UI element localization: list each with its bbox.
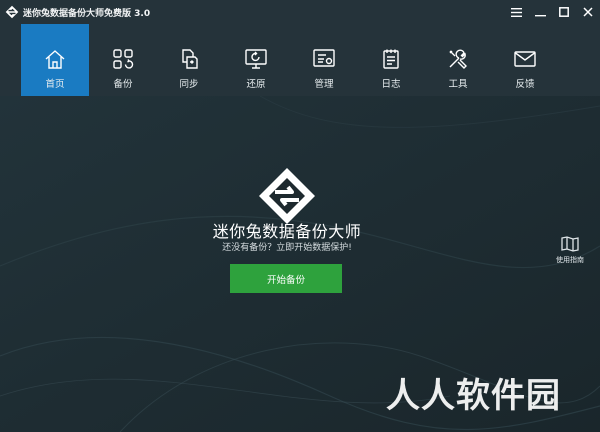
tab-home-label: 首页	[45, 79, 65, 90]
main-panel: 迷你兔数据备份大师 还没有备份？立即开始数据保护! 开始备份 使用指南 人人软件…	[0, 96, 600, 432]
log-icon	[378, 46, 404, 72]
app-subtitle: 还没有备份？立即开始数据保护!	[222, 243, 352, 253]
backup-grid-icon	[110, 46, 136, 72]
window-controls	[504, 0, 600, 24]
tools-icon	[445, 46, 471, 72]
app-name-heading: 迷你兔数据备份大师	[212, 222, 362, 241]
tab-manage[interactable]: 管理	[290, 24, 358, 96]
tab-feedback[interactable]: 反馈	[491, 24, 559, 96]
tab-restore[interactable]: 还原	[222, 24, 290, 96]
tab-restore-label: 还原	[246, 79, 266, 90]
tab-log[interactable]: 日志	[357, 24, 425, 96]
tab-manage-label: 管理	[314, 79, 334, 90]
book-icon	[561, 236, 579, 252]
tab-home[interactable]: 首页	[21, 24, 89, 96]
tab-backup-label: 备份	[113, 79, 133, 90]
watermark-text: 人人软件园	[386, 376, 561, 416]
app-logo-icon	[5, 5, 19, 19]
tab-feedback-label: 反馈	[515, 79, 535, 90]
title-bar: 迷你兔数据备份大师免费版 3.0	[0, 0, 600, 24]
maximize-icon[interactable]	[552, 0, 576, 24]
close-icon[interactable]	[576, 0, 600, 24]
main-toolbar: 首页 备份 同步 还原 管理 日志 工具 反馈	[0, 24, 600, 96]
user-guide-label: 使用指南	[556, 256, 584, 264]
tab-log-label: 日志	[381, 79, 401, 90]
tab-tools[interactable]: 工具	[424, 24, 492, 96]
start-backup-button[interactable]: 开始备份	[230, 264, 342, 293]
restore-icon	[243, 46, 269, 72]
minimize-icon[interactable]	[528, 0, 552, 24]
tab-tools-label: 工具	[448, 79, 468, 90]
app-logo-large-icon	[259, 168, 315, 224]
user-guide-link[interactable]: 使用指南	[552, 236, 588, 265]
sync-icon	[176, 46, 202, 72]
tab-sync[interactable]: 同步	[155, 24, 223, 96]
home-icon	[42, 46, 68, 72]
menu-icon[interactable]	[504, 0, 528, 24]
window-title: 迷你兔数据备份大师免费版 3.0	[23, 8, 151, 19]
manage-icon	[311, 46, 337, 72]
tab-sync-label: 同步	[179, 79, 199, 90]
feedback-icon	[512, 46, 538, 72]
tab-backup[interactable]: 备份	[89, 24, 157, 96]
